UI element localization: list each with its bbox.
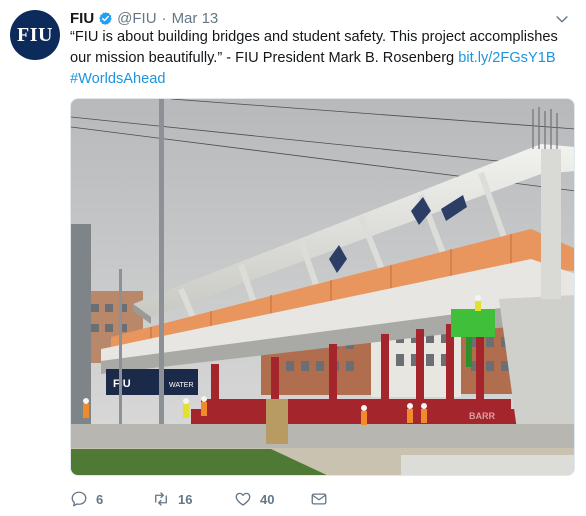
sign-text-2: WATER xyxy=(169,382,194,389)
heart-icon xyxy=(235,492,251,506)
retweet-count: 16 xyxy=(178,491,193,507)
tweet-hashtag[interactable]: #WorldsAhead xyxy=(70,71,165,87)
avatar-logo-text: FIU xyxy=(17,23,53,46)
aerial-lift xyxy=(451,309,495,337)
verified-badge-icon xyxy=(98,11,113,26)
account-handle[interactable]: @FIU xyxy=(117,10,156,27)
tweet-header: FIU @FIU · Mar 13 xyxy=(70,8,218,28)
tweet-actions: 6 16 40 xyxy=(70,488,370,510)
avatar[interactable]: FIU xyxy=(10,10,60,60)
reply-button[interactable]: 6 xyxy=(70,488,103,510)
like-count: 40 xyxy=(260,491,275,507)
more-options-chevron-down-icon[interactable] xyxy=(553,10,571,28)
reply-count: 6 xyxy=(96,491,104,507)
direct-message-button[interactable] xyxy=(310,488,328,510)
separator-dot: · xyxy=(161,9,167,27)
tweet-photo[interactable]: FIU WATER BARR xyxy=(70,98,575,476)
envelope-icon xyxy=(311,493,327,505)
account-name[interactable]: FIU xyxy=(70,10,94,27)
road-barrier xyxy=(71,424,574,448)
pylon xyxy=(541,149,561,299)
light-pole xyxy=(159,99,164,444)
reply-icon xyxy=(71,491,87,507)
retweet-button[interactable]: 16 xyxy=(152,488,192,510)
like-button[interactable]: 40 xyxy=(234,488,274,510)
tweet[interactable]: FIU FIU @FIU · Mar 13 “FIU is about buil… xyxy=(0,0,586,516)
electrical-box xyxy=(266,399,288,444)
tweet-date[interactable]: Mar 13 xyxy=(172,10,219,27)
concrete-base xyxy=(401,455,574,475)
truck-text: BARR xyxy=(469,411,495,421)
retweet-icon xyxy=(155,492,167,506)
tweet-link[interactable]: bit.ly/2FGsY1B xyxy=(458,50,555,66)
tweet-text: “FIU is about building bridges and stude… xyxy=(70,27,580,90)
